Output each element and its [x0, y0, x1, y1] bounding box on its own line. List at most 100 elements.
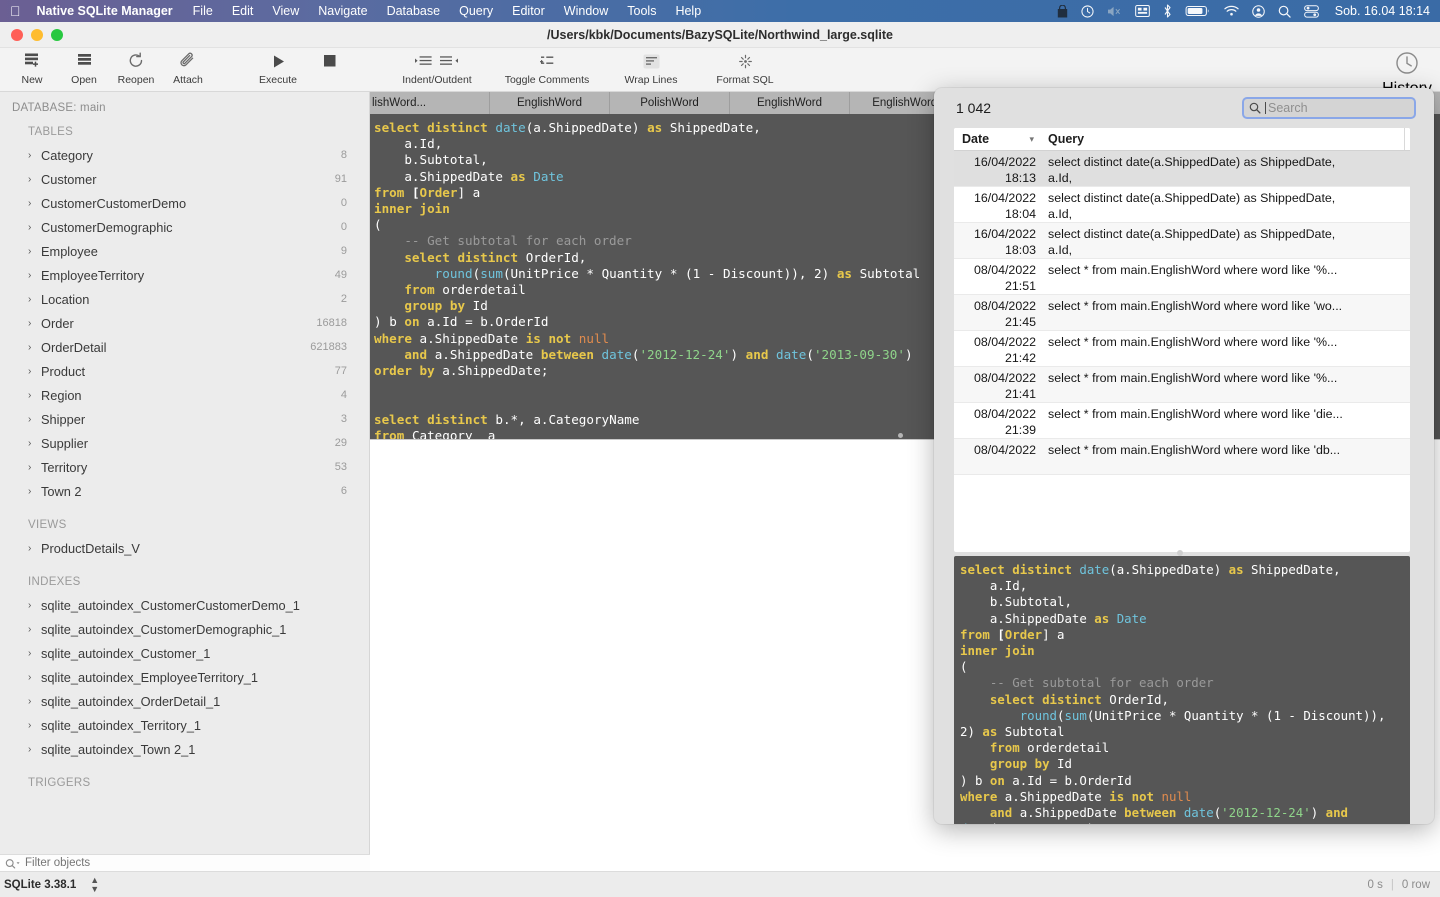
open-button[interactable]: Open — [58, 51, 110, 86]
sidebar-item-shipper[interactable]: › Shipper 3 — [0, 407, 369, 431]
sidebar-item-supplier[interactable]: › Supplier 29 — [0, 431, 369, 455]
history-row[interactable]: 08/04/2022 21:51 select * from main.Engli… — [954, 259, 1410, 295]
history-row[interactable]: 08/04/2022 21:41 select * from main.Engli… — [954, 367, 1410, 403]
pane-resize-gripper[interactable] — [880, 432, 920, 439]
column-header-query[interactable]: Query — [1042, 132, 1404, 146]
speaker-mute-icon[interactable] — [1107, 5, 1122, 18]
history-row[interactable]: 08/04/2022 21:45 select * from main.Engli… — [954, 295, 1410, 331]
chevron-right-icon[interactable]: › — [28, 486, 36, 497]
user-icon[interactable] — [1251, 4, 1265, 18]
menu-item-help[interactable]: Help — [675, 4, 701, 18]
chevron-right-icon[interactable]: › — [28, 246, 36, 257]
chevron-right-icon[interactable]: › — [28, 744, 36, 755]
sidebar-item-sqlite-autoindex-orderdetail-1[interactable]: › sqlite_autoindex_OrderDetail_1 — [0, 689, 369, 713]
chevron-right-icon[interactable]: › — [28, 174, 36, 185]
attach-button[interactable]: Attach — [162, 51, 214, 86]
sidebar-item-customerdemographic[interactable]: › CustomerDemographic 0 — [0, 215, 369, 239]
tab-1[interactable]: EnglishWord — [490, 92, 610, 114]
menu-item-window[interactable]: Window — [564, 4, 608, 18]
tab-2[interactable]: PolishWord — [610, 92, 730, 114]
sidebar-item-sqlite-autoindex-customer-1[interactable]: › sqlite_autoindex_Customer_1 — [0, 641, 369, 665]
sidebar-item-order[interactable]: › Order 16818 — [0, 311, 369, 335]
menu-item-view[interactable]: View — [272, 4, 299, 18]
sidebar-item-employeeterritory[interactable]: › EmployeeTerritory 49 — [0, 263, 369, 287]
sidebar-item-sqlite-autoindex-customerdemographic-1[interactable]: › sqlite_autoindex_CustomerDemographic_1 — [0, 617, 369, 641]
chevron-right-icon[interactable]: › — [28, 696, 36, 707]
chevron-right-icon[interactable]: › — [28, 294, 36, 305]
search-icon[interactable] — [1278, 5, 1291, 18]
format-sql-button[interactable]: Format SQL — [706, 51, 784, 86]
chevron-right-icon[interactable]: › — [28, 624, 36, 635]
display-icon[interactable] — [1134, 5, 1150, 17]
menu-app-name[interactable]: Native SQLite Manager — [37, 4, 173, 18]
history-row[interactable]: 08/04/2022 select * from main.EnglishWord… — [954, 439, 1410, 475]
chevron-right-icon[interactable]: › — [28, 414, 36, 425]
history-search-input[interactable] — [1268, 101, 1398, 115]
chevron-right-icon[interactable]: › — [28, 672, 36, 683]
menu-item-database[interactable]: Database — [387, 4, 441, 18]
chevron-right-icon[interactable]: › — [28, 462, 36, 473]
menu-item-edit[interactable]: Edit — [232, 4, 254, 18]
chevron-right-icon[interactable]: › — [28, 648, 36, 659]
execute-button[interactable]: Execute — [252, 51, 304, 86]
history-row[interactable]: 16/04/2022 18:04 select distinct date(a.S… — [954, 187, 1410, 223]
menu-item-file[interactable]: File — [193, 4, 213, 18]
sidebar-item-town-2[interactable]: › Town 2 6 — [0, 479, 369, 503]
sidebar-item-region[interactable]: › Region 4 — [0, 383, 369, 407]
new-button[interactable]: New — [6, 51, 58, 86]
chevron-right-icon[interactable]: › — [28, 318, 36, 329]
filter-objects-bar[interactable] — [0, 854, 370, 871]
sidebar-item-employee[interactable]: › Employee 9 — [0, 239, 369, 263]
control-center-icon[interactable] — [1303, 4, 1319, 18]
bluetooth-icon[interactable] — [1163, 4, 1172, 18]
sidebar-item-sqlite-autoindex-town-2-1[interactable]: › sqlite_autoindex_Town 2_1 — [0, 737, 369, 761]
apple-icon[interactable]:  — [10, 4, 21, 18]
sidebar-item-category[interactable]: › Category 8 — [0, 143, 369, 167]
bag-icon[interactable] — [1057, 4, 1068, 18]
tab-3[interactable]: EnglishWord — [730, 92, 850, 114]
chevron-right-icon[interactable]: › — [28, 222, 36, 233]
history-row[interactable]: 08/04/2022 21:42 select * from main.Engli… — [954, 331, 1410, 367]
sidebar-item-sqlite-autoindex-employeeterritory-1[interactable]: › sqlite_autoindex_EmployeeTerritory_1 — [0, 665, 369, 689]
chevron-right-icon[interactable]: › — [28, 720, 36, 731]
version-stepper[interactable]: ▲ ▼ — [90, 875, 99, 894]
chevron-right-icon[interactable]: › — [28, 366, 36, 377]
sidebar-item-sqlite-autoindex-customercustomerdemo-1[interactable]: › sqlite_autoindex_CustomerCustomerDemo_1 — [0, 593, 369, 617]
menu-item-navigate[interactable]: Navigate — [318, 4, 367, 18]
filter-objects-input[interactable] — [25, 857, 325, 869]
history-row[interactable]: 08/04/2022 21:39 select * from main.Engli… — [954, 403, 1410, 439]
chevron-right-icon[interactable]: › — [28, 438, 36, 449]
chevron-right-icon[interactable]: › — [28, 270, 36, 281]
reopen-button[interactable]: Reopen — [110, 51, 162, 86]
menubar-clock[interactable]: Sob. 16.04 18:14 — [1335, 4, 1430, 18]
wrap-lines-button[interactable]: Wrap Lines — [614, 51, 688, 86]
wifi-icon[interactable] — [1224, 5, 1239, 17]
sidebar-item-orderdetail[interactable]: › OrderDetail 621883 — [0, 335, 369, 359]
battery-icon[interactable] — [1185, 5, 1211, 17]
chevron-right-icon[interactable]: › — [28, 390, 36, 401]
sidebar-item-location[interactable]: › Location 2 — [0, 287, 369, 311]
menu-item-editor[interactable]: Editor — [512, 4, 545, 18]
toggle-comments-button[interactable]: Toggle Comments — [498, 51, 596, 86]
tab-0[interactable]: lishWord... — [370, 92, 490, 114]
stop-button[interactable] — [304, 51, 356, 74]
column-resize-grip[interactable] — [1404, 128, 1410, 150]
chevron-right-icon[interactable]: › — [28, 600, 36, 611]
chevron-right-icon[interactable]: › — [28, 543, 36, 554]
sidebar-item-customer[interactable]: › Customer 91 — [0, 167, 369, 191]
menu-item-tools[interactable]: Tools — [627, 4, 656, 18]
history-search-box[interactable] — [1242, 97, 1416, 119]
menu-item-query[interactable]: Query — [459, 4, 493, 18]
sidebar-item-territory[interactable]: › Territory 53 — [0, 455, 369, 479]
clock-icon[interactable] — [1081, 4, 1094, 18]
indent-outdent-button[interactable]: Indent/Outdent — [394, 51, 480, 86]
sidebar-item-product[interactable]: › Product 77 — [0, 359, 369, 383]
sidebar-item-customercustomerdemo[interactable]: › CustomerCustomerDemo 0 — [0, 191, 369, 215]
chevron-right-icon[interactable]: › — [28, 150, 36, 161]
column-header-date[interactable]: Date ▾ — [954, 132, 1042, 146]
history-row[interactable]: 16/04/2022 18:03 select distinct date(a.S… — [954, 223, 1410, 259]
chevron-right-icon[interactable]: › — [28, 198, 36, 209]
history-row[interactable]: 16/04/2022 18:13 select distinct date(a.S… — [954, 151, 1410, 187]
chevron-right-icon[interactable]: › — [28, 342, 36, 353]
sidebar-item-productdetails-v[interactable]: › ProductDetails_V — [0, 536, 369, 560]
